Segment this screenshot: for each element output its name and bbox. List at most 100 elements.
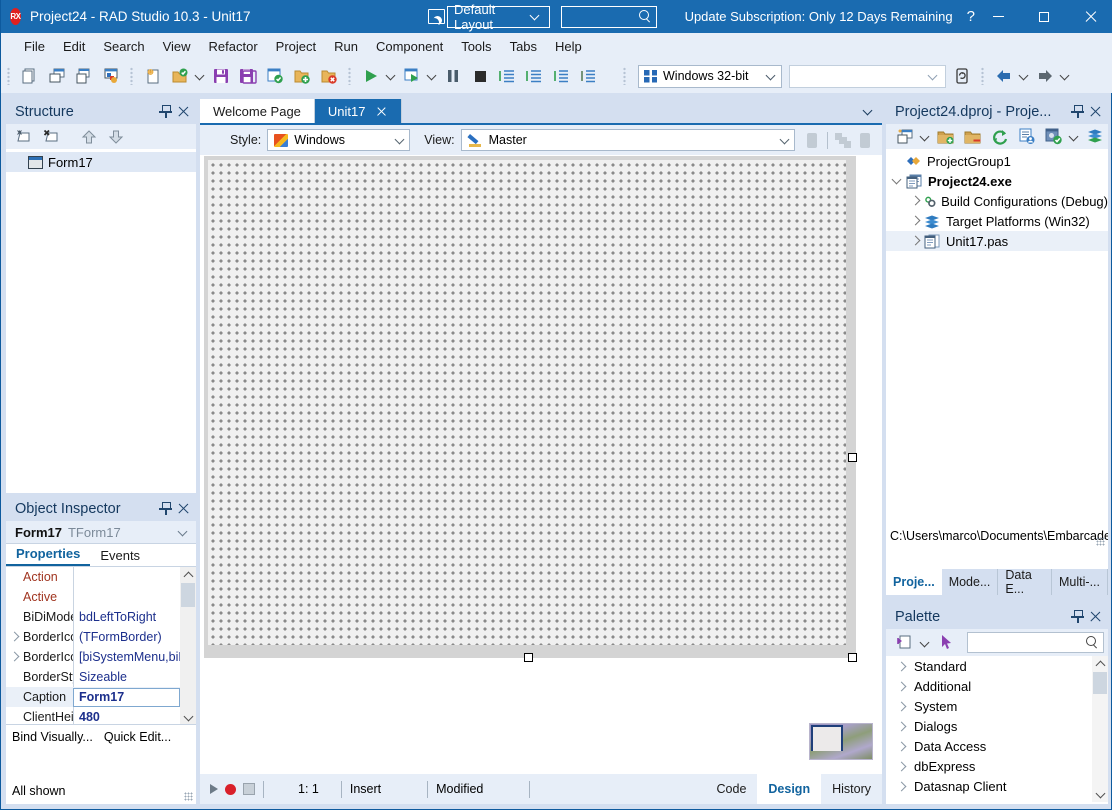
palette-category-dbexpress[interactable]: dbExpress — [886, 756, 1108, 776]
help-button[interactable]: ? — [967, 8, 975, 25]
scroll-up-icon[interactable] — [180, 567, 196, 583]
remove-from-project-icon[interactable] — [315, 63, 342, 89]
open-project-icon[interactable] — [166, 63, 193, 89]
view-source-icon[interactable] — [1013, 124, 1040, 150]
palette-category-data-access[interactable]: Data Access — [886, 736, 1108, 756]
tab-properties[interactable]: Properties — [6, 544, 90, 566]
tree-expander[interactable] — [908, 213, 924, 229]
build-icon[interactable] — [1040, 124, 1067, 150]
pointer-tool-icon[interactable] — [932, 630, 959, 656]
property-value[interactable]: (TFormBorder) — [73, 627, 196, 647]
save-project-as-icon[interactable] — [261, 63, 288, 89]
pin-icon[interactable] — [1071, 609, 1085, 624]
category-expander[interactable] — [894, 698, 910, 714]
new-component-icon[interactable] — [891, 630, 918, 656]
platform-combo[interactable]: Windows 32-bit — [638, 65, 782, 88]
property-grid-scrollbar[interactable] — [180, 567, 196, 725]
property-row[interactable]: Active — [6, 587, 196, 607]
view-tab-code[interactable]: Code — [706, 774, 758, 804]
menu-file[interactable]: File — [15, 36, 54, 57]
align-icon[interactable] — [832, 128, 854, 152]
build-dropdown[interactable] — [1067, 124, 1081, 150]
run-nodebug-dropdown[interactable] — [425, 63, 439, 89]
toolbar-grip[interactable] — [7, 67, 10, 85]
view-combo[interactable]: Master — [461, 129, 795, 151]
breakpoint-icon[interactable] — [225, 784, 236, 795]
tree-expander[interactable] — [890, 173, 906, 189]
menu-search[interactable]: Search — [94, 36, 153, 57]
property-expander[interactable] — [6, 627, 23, 647]
tab-unit17[interactable]: Unit17 — [315, 99, 402, 123]
tab-welcome-page[interactable]: Welcome Page — [200, 99, 315, 123]
mobile-device-icon[interactable] — [948, 63, 975, 89]
category-expander[interactable] — [894, 678, 910, 694]
refresh-icon[interactable] — [986, 124, 1013, 150]
property-value[interactable]: 480 — [73, 707, 196, 725]
property-value[interactable]: Sizeable — [73, 667, 196, 687]
pm-tab-data-explorer[interactable]: Data E... — [998, 569, 1052, 595]
toolbar-grip[interactable] — [348, 67, 351, 85]
property-row[interactable]: BorderIcons (TFormBorder) — [6, 627, 196, 647]
step-out-icon[interactable] — [574, 63, 601, 89]
palette-options-dropdown[interactable] — [918, 630, 932, 656]
project-tree-item-unit17-pas[interactable]: Unit17.pas — [886, 231, 1108, 251]
trace-into-icon[interactable] — [493, 63, 520, 89]
property-row[interactable]: Action — [6, 567, 196, 587]
new-project-dropdown[interactable] — [918, 124, 932, 150]
category-expander[interactable] — [894, 758, 910, 774]
palette-category-datasnap-client[interactable]: Datasnap Client — [886, 776, 1108, 796]
new-component-icon[interactable] — [97, 63, 124, 89]
palette-scrollbar[interactable] — [1092, 656, 1108, 802]
new-form-icon[interactable] — [43, 63, 70, 89]
property-row[interactable]: BorderStyle Sizeable — [6, 667, 196, 687]
run-to-cursor-icon[interactable] — [547, 63, 574, 89]
scroll-down-icon[interactable] — [180, 709, 196, 725]
tab-list-button[interactable] — [854, 99, 882, 123]
tree-expander[interactable] — [12, 154, 28, 170]
form-client-area[interactable] — [208, 160, 846, 645]
minimize-button[interactable] — [975, 0, 1021, 33]
close-icon[interactable] — [1088, 609, 1103, 624]
palette-category-dialogs[interactable]: Dialogs — [886, 716, 1108, 736]
new-item-icon[interactable] — [11, 124, 38, 150]
resize-grip[interactable] — [1096, 537, 1105, 546]
menu-project[interactable]: Project — [267, 36, 325, 57]
add-file-icon[interactable] — [932, 124, 959, 150]
tree-expander[interactable] — [908, 233, 924, 249]
palette-category-standard[interactable]: Standard — [886, 656, 1108, 676]
category-expander[interactable] — [894, 718, 910, 734]
image-preview-thumbnail[interactable] — [809, 723, 873, 760]
menu-view[interactable]: View — [154, 36, 200, 57]
device-preview-icon[interactable] — [801, 128, 823, 152]
category-expander[interactable] — [894, 658, 910, 674]
form-designer-canvas[interactable] — [200, 155, 882, 774]
property-value[interactable] — [73, 587, 196, 607]
move-down-icon[interactable] — [102, 124, 129, 150]
run-icon[interactable] — [357, 63, 384, 89]
quick-edit-link[interactable]: Quick Edit... — [104, 730, 171, 744]
save-all-icon[interactable] — [234, 63, 261, 89]
menu-edit[interactable]: Edit — [54, 36, 94, 57]
close-icon[interactable] — [1088, 104, 1103, 119]
palette-category-additional[interactable]: Additional — [886, 676, 1108, 696]
property-expander[interactable] — [6, 647, 23, 667]
close-icon[interactable] — [176, 501, 191, 516]
move-up-icon[interactable] — [75, 124, 102, 150]
forward-dropdown[interactable] — [1058, 63, 1072, 89]
scrollbar-thumb[interactable] — [1093, 672, 1107, 694]
menu-component[interactable]: Component — [367, 36, 452, 57]
property-value[interactable]: [biSystemMenu,biM — [73, 647, 196, 667]
tree-expander[interactable] — [890, 153, 906, 169]
structure-tree-item-form17[interactable]: Form17 — [6, 152, 196, 172]
resize-icon[interactable] — [854, 128, 876, 152]
property-row[interactable]: BorderIcons [biSystemMenu,biM — [6, 647, 196, 667]
back-arrow-icon[interactable] — [990, 63, 1017, 89]
forward-arrow-icon[interactable] — [1031, 63, 1058, 89]
object-selector-combo[interactable]: Form17 TForm17 — [6, 521, 196, 544]
style-combo[interactable]: Windows — [267, 129, 410, 151]
menu-tabs[interactable]: Tabs — [501, 36, 546, 57]
new-file-icon[interactable] — [16, 63, 43, 89]
property-value[interactable]: bdLeftToRight — [73, 607, 196, 627]
save-icon[interactable] — [207, 63, 234, 89]
back-dropdown[interactable] — [1017, 63, 1031, 89]
